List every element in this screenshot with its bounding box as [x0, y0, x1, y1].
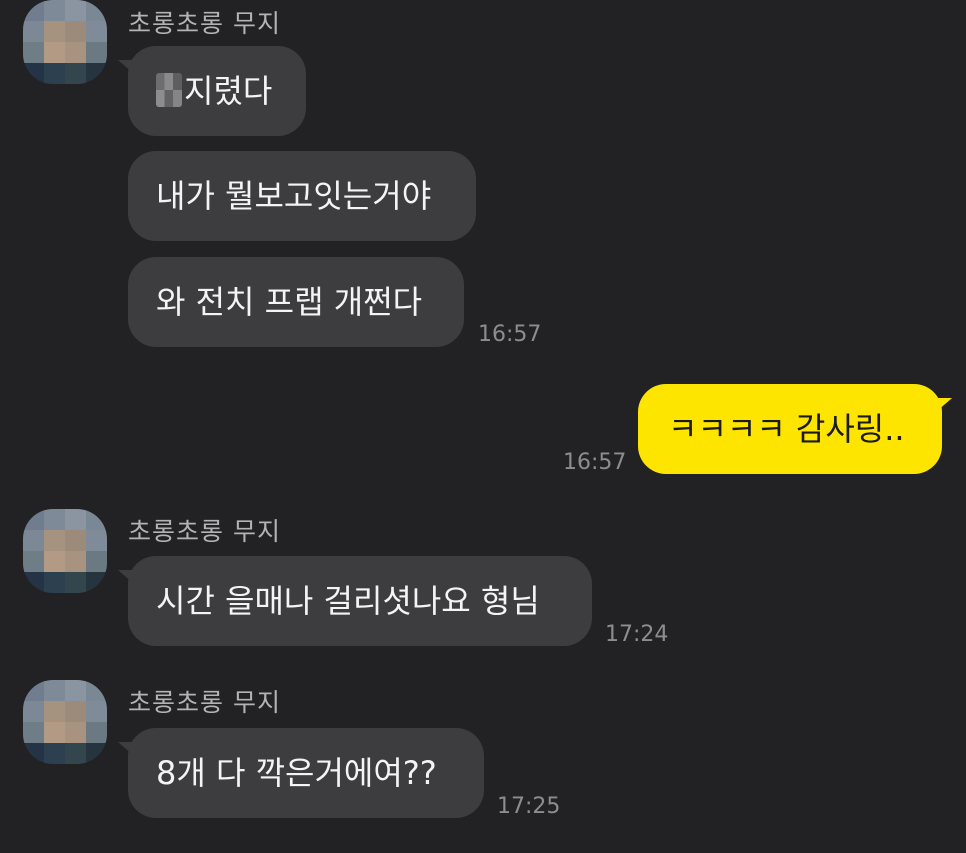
message-text: 내가 뭘보고잇는거야	[156, 177, 432, 215]
message-bubble[interactable]: 와 전치 프랩 개쩐다	[128, 257, 464, 347]
message-bubble[interactable]: 내가 뭘보고잇는거야	[128, 151, 476, 241]
message-text: 시간 을매나 걸리셧나요 형님	[156, 582, 540, 620]
message-timestamp: 17:25	[497, 794, 561, 819]
message-text: 8개 다 깍은거에여??	[156, 754, 437, 792]
message-text: ㅋㅋㅋㅋ 감사링..	[668, 410, 905, 448]
message-text: 지렸다	[184, 72, 273, 110]
sender-name: 초롱초롱 무지	[128, 517, 281, 546]
avatar[interactable]	[23, 509, 107, 593]
message-timestamp: 16:57	[478, 322, 542, 347]
avatar[interactable]	[23, 680, 107, 764]
avatar[interactable]	[23, 0, 107, 84]
message-bubble[interactable]: 8개 다 깍은거에여??	[118, 728, 484, 818]
sender-name: 초롱초롱 무지	[128, 9, 281, 38]
message-bubble[interactable]: 지렸다	[118, 46, 306, 136]
sender-name: 초롱초롱 무지	[128, 688, 281, 717]
message-timestamp: 17:24	[605, 622, 669, 647]
message-bubble[interactable]: 시간 을매나 걸리셧나요 형님	[118, 556, 592, 646]
message-text: 와 전치 프랩 개쩐다	[156, 283, 423, 321]
my-message-bubble[interactable]: ㅋㅋㅋㅋ 감사링..	[638, 384, 952, 474]
message-timestamp: 16:57	[563, 450, 627, 475]
redacted-text	[156, 73, 182, 107]
